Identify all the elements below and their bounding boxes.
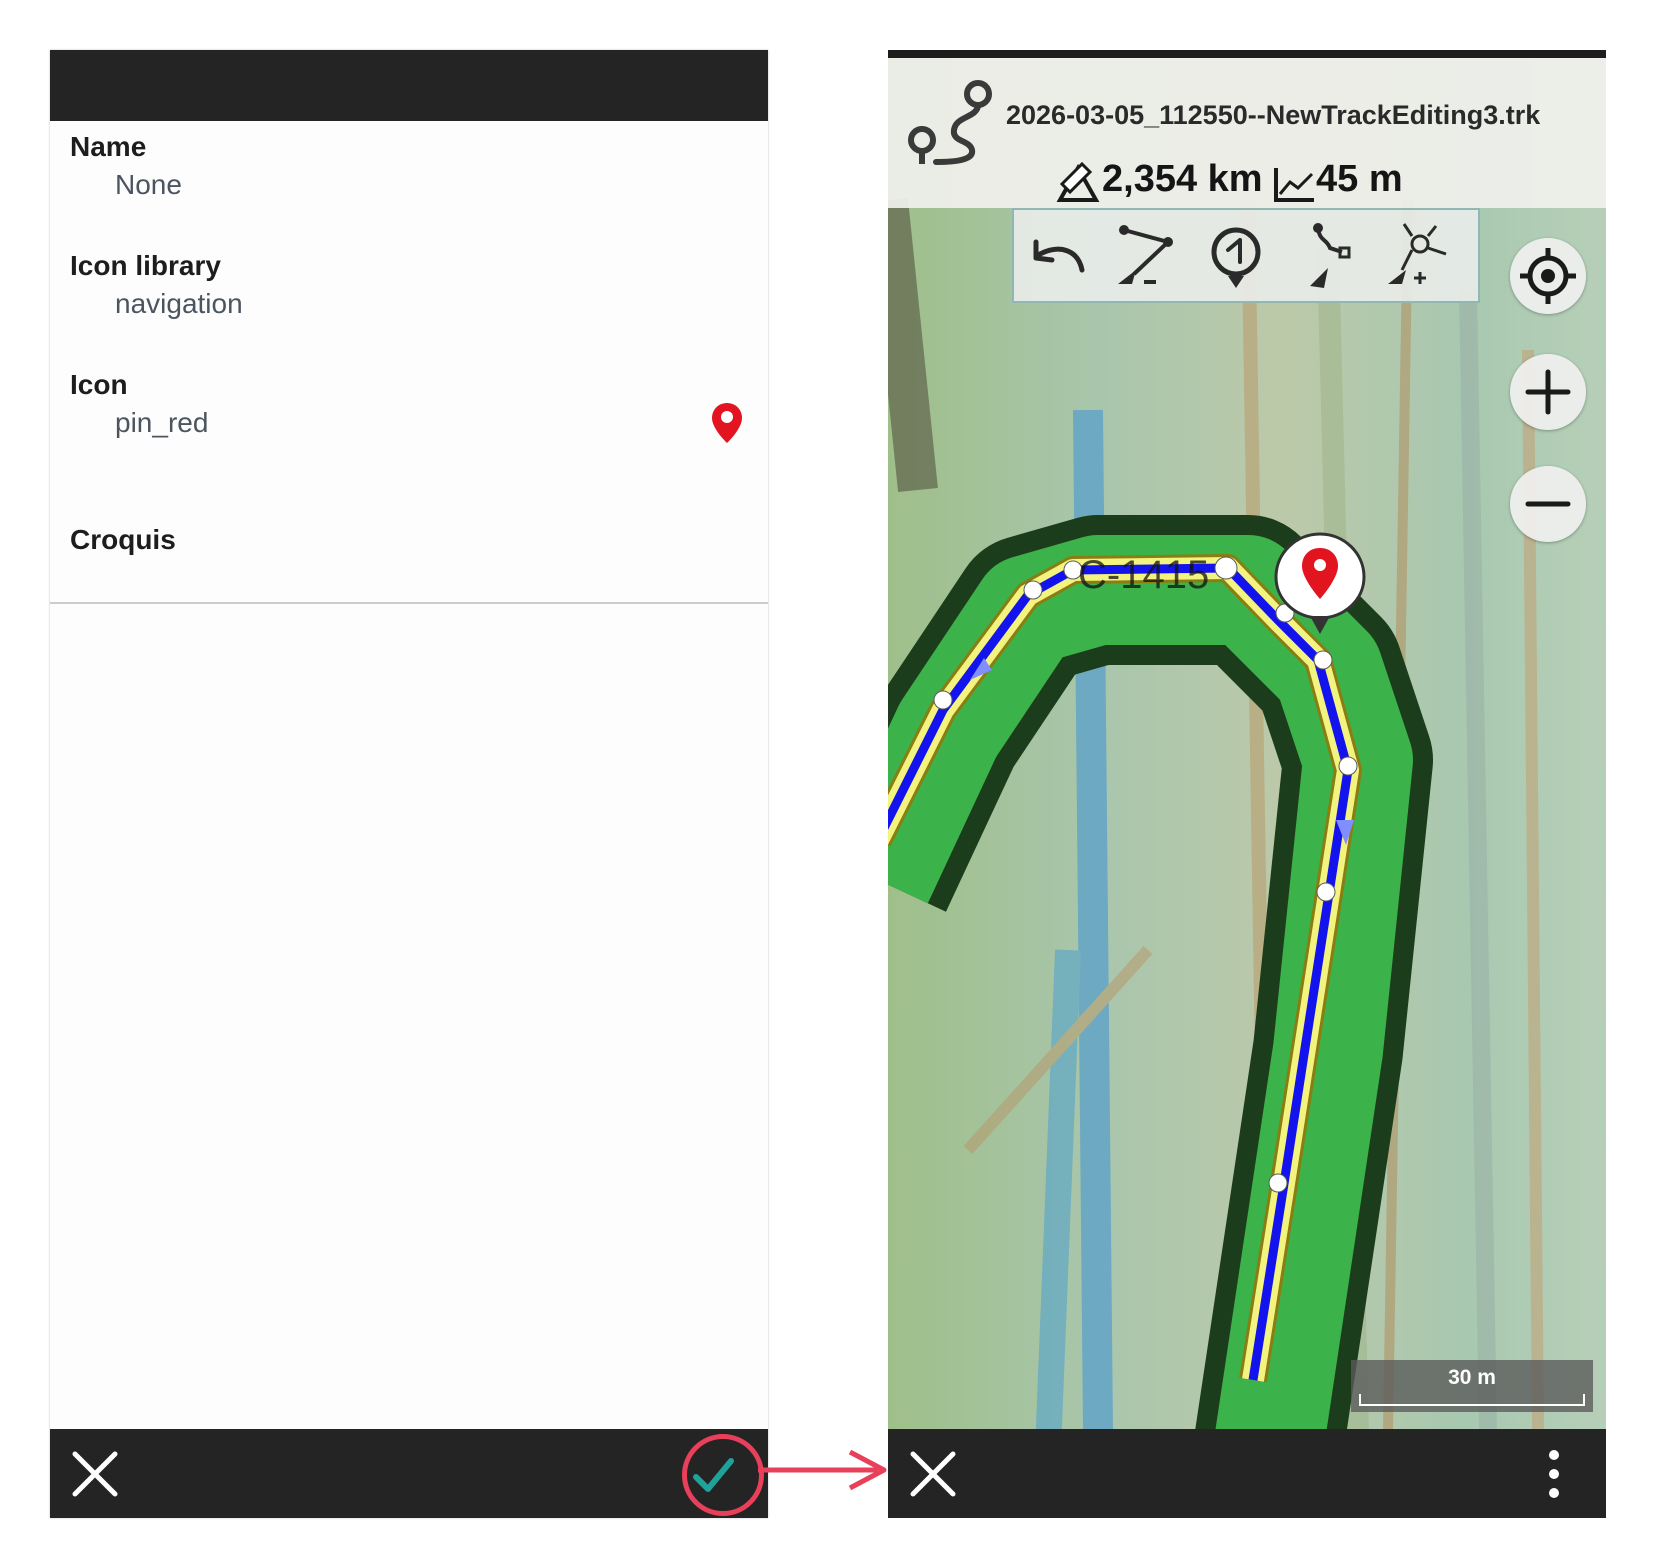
close-icon[interactable] <box>70 1449 120 1499</box>
croquis-label: Croquis <box>70 524 176 555</box>
track-point <box>933 690 953 710</box>
track-route-icon <box>908 80 992 165</box>
icon-label: Icon <box>70 369 128 400</box>
bottom-bar <box>888 1429 1606 1518</box>
add-waypoint-icon[interactable] <box>1200 218 1272 294</box>
close-icon[interactable] <box>908 1449 958 1499</box>
track-point <box>1338 756 1358 776</box>
icon-library-value: navigation <box>115 288 243 319</box>
scale-label: 30 m <box>1448 1366 1496 1389</box>
crosshair-locate-icon <box>1520 248 1576 304</box>
distance-ruler-icon <box>1056 161 1100 202</box>
track-point <box>1316 882 1336 902</box>
delete-points-icon[interactable] <box>1110 218 1182 294</box>
track-point <box>1214 556 1238 580</box>
locate-button[interactable] <box>1510 238 1586 314</box>
scale-line <box>1359 1394 1585 1406</box>
minus-icon <box>1525 501 1571 507</box>
point-form-screen: Name None Icon library navigation Icon p… <box>50 50 768 1518</box>
name-row[interactable]: Name None <box>50 121 768 247</box>
icon-value: pin_red <box>115 407 209 438</box>
track-point <box>1313 650 1333 670</box>
pin-red-icon <box>712 403 742 443</box>
zoom-in-button[interactable] <box>1510 354 1586 430</box>
undo-icon[interactable] <box>1022 218 1094 294</box>
zoom-out-button[interactable] <box>1510 466 1586 542</box>
bottom-bar <box>50 1429 768 1518</box>
map-road-label: C-1415 <box>1078 553 1209 597</box>
track-edit-toolbar <box>1012 208 1480 303</box>
track-info-header: 2026-03-05_112550--NewTrackEditing3.trk … <box>888 50 1606 208</box>
track-distance: 2,354 km <box>1102 158 1263 200</box>
track-elevation: 45 m <box>1316 158 1403 200</box>
confirm-highlight-circle <box>682 1434 764 1516</box>
track-editor-screen: C-1415 2026-03-05_112550--NewTrackEditin… <box>888 50 1606 1518</box>
plus-icon <box>1525 369 1571 415</box>
add-points-icon[interactable] <box>1380 218 1452 294</box>
name-label: Name <box>70 131 147 162</box>
move-point-icon[interactable] <box>1290 218 1362 294</box>
icon-library-row[interactable]: Icon library navigation <box>50 240 768 366</box>
icon-row[interactable]: Icon pin_red <box>50 359 768 485</box>
track-point <box>1023 580 1043 600</box>
icon-library-label: Icon library <box>70 250 221 281</box>
track-filename: 2026-03-05_112550--NewTrackEditing3.trk <box>1006 100 1541 130</box>
arrow-right-icon <box>758 1450 887 1490</box>
more-menu-icon[interactable] <box>1542 1447 1566 1501</box>
track-point <box>1268 1173 1288 1193</box>
scale-bar: 30 m <box>1351 1360 1593 1412</box>
name-value: None <box>115 169 182 200</box>
top-bar <box>50 50 768 121</box>
croquis-row[interactable]: Croquis <box>50 478 768 604</box>
elevation-chart-icon <box>1274 168 1314 202</box>
